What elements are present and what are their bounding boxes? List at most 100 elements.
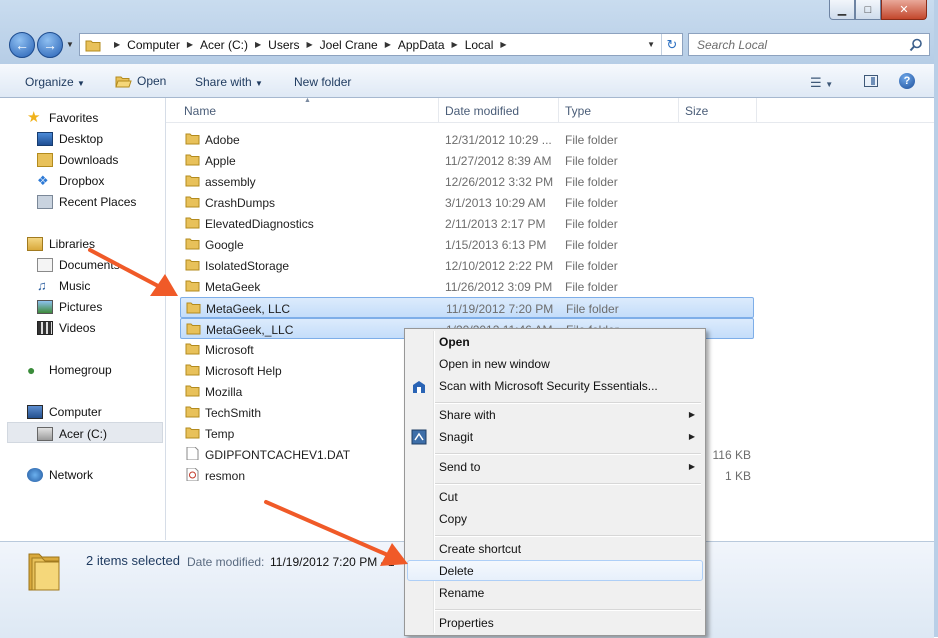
nav-homegroup[interactable]: ● Homegroup (27, 359, 165, 380)
breadcrumb-computer[interactable]: Computer (127, 38, 180, 52)
file-type: File folder (565, 280, 618, 294)
file-type: File folder (565, 217, 618, 231)
refresh-button[interactable]: ↻ (661, 34, 682, 55)
nav-network[interactable]: Network (27, 464, 93, 485)
menu-item-open[interactable]: Open (439, 335, 470, 349)
file-name: resmon (205, 469, 246, 483)
column-divider[interactable] (558, 98, 559, 122)
nav-dropbox[interactable]: ❖ Dropbox (27, 170, 165, 191)
column-header-name[interactable]: Name (184, 104, 216, 118)
share-with-button[interactable]: Share with ▼ (195, 75, 263, 89)
address-bar[interactable]: ▶ Computer ▶ Acer (C:) ▶ Users ▶ Joel Cr… (79, 33, 683, 56)
menu-item-share-with[interactable]: Share with (439, 408, 496, 422)
search-icon (909, 38, 922, 51)
nav-downloads[interactable]: Downloads (27, 149, 165, 170)
back-button[interactable]: ← (9, 32, 35, 58)
recent-places-icon (37, 194, 53, 209)
column-header-size[interactable]: Size (685, 104, 708, 118)
menu-item-copy[interactable]: Copy (439, 512, 467, 526)
file-row[interactable]: MetaGeek, LLC 11/19/2012 7:20 PM File fold… (180, 297, 754, 318)
address-history-dropdown[interactable]: ▼ (647, 40, 655, 49)
help-button[interactable]: ? (899, 73, 915, 89)
column-divider[interactable] (756, 98, 757, 122)
nav-downloads-label: Downloads (59, 152, 119, 167)
preview-pane-button[interactable] (864, 75, 878, 87)
nav-computer[interactable]: Computer (27, 401, 165, 422)
pictures-icon (37, 299, 53, 314)
column-header-type[interactable]: Type (565, 104, 591, 118)
file-row[interactable]: CrashDumps 3/1/2013 10:29 AM File folder (180, 192, 754, 213)
file-row[interactable]: assembly 12/26/2012 3:32 PM File folder (180, 171, 754, 192)
share-with-label: Share with (195, 75, 252, 89)
folder-icon (186, 302, 201, 314)
menu-item-delete[interactable]: Delete (439, 564, 474, 578)
file-name: Google (205, 238, 244, 252)
open-button[interactable]: Open (115, 74, 166, 88)
refresh-icon: ↻ (666, 36, 678, 52)
new-folder-button[interactable]: New folder (294, 75, 351, 89)
column-divider[interactable] (678, 98, 679, 122)
drive-icon (37, 426, 53, 441)
menu-item-scan[interactable]: Scan with Microsoft Security Essentials.… (439, 379, 658, 393)
menu-item-snagit[interactable]: Snagit (439, 430, 473, 444)
downloads-icon (37, 152, 53, 167)
nav-documents[interactable]: Documents (27, 254, 165, 275)
breadcrumb-joel-crane[interactable]: Joel Crane (320, 38, 378, 52)
breadcrumb-local[interactable]: Local (465, 38, 494, 52)
dropbox-icon: ❖ (37, 172, 49, 188)
menu-item-open-new-window[interactable]: Open in new window (439, 357, 550, 371)
search-input[interactable]: Search Local (688, 33, 930, 56)
maximize-button[interactable]: □ (855, 0, 881, 20)
nav-dropbox-label: Dropbox (59, 173, 105, 188)
menu-item-cut[interactable]: Cut (439, 490, 458, 504)
folder-icon (185, 238, 200, 250)
nav-desktop[interactable]: Desktop (27, 128, 165, 149)
file-name: ElevatedDiagnostics (205, 217, 314, 231)
menu-item-rename[interactable]: Rename (439, 586, 484, 600)
minimize-button[interactable]: ▁ (829, 0, 855, 20)
breadcrumb-users[interactable]: Users (268, 38, 299, 52)
nav-videos[interactable]: Videos (27, 317, 165, 338)
folder-icon (185, 133, 200, 145)
nav-pictures[interactable]: Pictures (27, 296, 165, 317)
breadcrumb-appdata[interactable]: AppData (398, 38, 445, 52)
breadcrumb-separator-icon: ▶ (384, 40, 391, 49)
file-row[interactable]: IsolatedStorage 12/10/2012 2:22 PM File fo… (180, 255, 754, 276)
chevron-down-icon: ▼ (255, 79, 263, 88)
column-headers (166, 98, 934, 123)
column-header-date[interactable]: Date modified (445, 104, 519, 118)
organize-button[interactable]: Organize ▼ (25, 75, 85, 89)
network-icon (27, 467, 43, 482)
file-name: MetaGeek, LLC (206, 302, 291, 316)
forward-button[interactable]: → (37, 32, 63, 58)
nav-acer-label: Acer (C:) (59, 426, 107, 441)
homegroup-icon: ● (27, 361, 36, 378)
file-row[interactable]: Adobe 12/31/2012 10:29 ... File folder (180, 129, 754, 150)
file-row[interactable]: ElevatedDiagnostics 2/11/2013 2:17 PM File… (180, 213, 754, 234)
folder-icon (185, 406, 200, 418)
nav-libraries[interactable]: Libraries (27, 233, 165, 254)
nav-favorites[interactable]: ★ Favorites (27, 107, 165, 128)
menu-item-send-to[interactable]: Send to (439, 460, 480, 474)
file-name: Microsoft (205, 343, 254, 357)
recent-pages-dropdown[interactable]: ▼ (66, 40, 74, 49)
breadcrumb-acer[interactable]: Acer (C:) (200, 38, 248, 52)
file-type: File folder (566, 302, 619, 316)
file-name: Adobe (205, 133, 240, 147)
change-view-button[interactable]: ☰ ▼ (810, 75, 833, 91)
file-row[interactable]: MetaGeek 11/26/2012 3:09 PM File folder (180, 276, 754, 297)
folder-icon (185, 385, 200, 397)
nav-music[interactable]: ♫ Music (27, 275, 165, 296)
open-folder-icon (115, 76, 132, 88)
close-button[interactable]: ✕ (881, 0, 927, 20)
file-row[interactable]: Apple 11/27/2012 8:39 AM File folder (180, 150, 754, 171)
nav-computer-label: Computer (49, 404, 102, 419)
menu-item-create-shortcut[interactable]: Create shortcut (439, 542, 521, 556)
column-divider[interactable] (438, 98, 439, 122)
status-selected-count: 2 items selected (86, 553, 180, 568)
menu-item-properties[interactable]: Properties (439, 616, 494, 630)
file-row[interactable]: Google 1/15/2013 6:13 PM File folder (180, 234, 754, 255)
file-icon (186, 447, 199, 460)
nav-acer-selected[interactable]: Acer (C:) (7, 422, 163, 443)
nav-recent-places[interactable]: Recent Places (27, 191, 165, 212)
